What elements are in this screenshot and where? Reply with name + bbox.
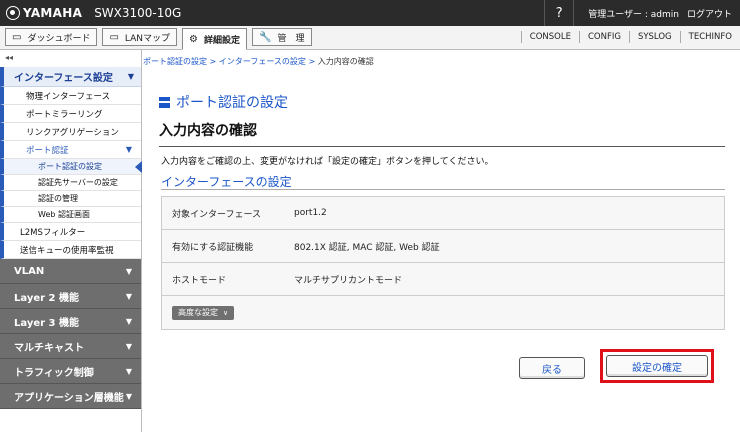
sidebar-item-port-auth-settings[interactable]: ポート認証の設定 [0, 159, 142, 175]
sidebar-item-port-mirroring[interactable]: ポートミラーリング [0, 105, 141, 123]
tab-lan-map[interactable]: ▭ LANマップ [102, 28, 178, 46]
lan-map-icon: ▭ [109, 31, 119, 43]
breadcrumb-link-port-auth[interactable]: ポート認証の設定 [143, 57, 207, 66]
yamaha-emblem-icon [6, 6, 20, 20]
syslog-link[interactable]: SYSLOG [628, 31, 680, 43]
instruction-text: 入力内容をご確認の上、変更がなければ「設定の確定」ボタンを押してください。 [161, 157, 494, 167]
sidebar-item-physical-interface[interactable]: 物理インターフェース [0, 87, 141, 105]
row-value: port1.2 [294, 208, 327, 218]
category-label: VLAN [14, 265, 45, 277]
sidebar-item-queue-monitor[interactable]: 送信キューの使用率監視 [0, 241, 141, 259]
sidebar-item-l2ms-filter[interactable]: L2MSフィルター [0, 223, 141, 241]
page-title: ポート認証の設定 [159, 92, 288, 112]
divider [159, 146, 725, 147]
section-divider [161, 189, 725, 190]
sidebar-category-vlan[interactable]: VLAN ▼ [0, 259, 141, 284]
logout-link[interactable]: ログアウト [687, 7, 740, 20]
sidebar-category-multicast[interactable]: マルチキャスト ▼ [0, 334, 141, 359]
category-label: Layer 3 機能 [14, 317, 79, 329]
gear-icon: ⚙ [189, 33, 199, 45]
confirm-button[interactable]: 設定の確定 [606, 355, 708, 377]
sidebar-category-application[interactable]: アプリケーション層機能 ▼ [0, 384, 141, 409]
tab-dashboard[interactable]: ▭ ダッシュボード [5, 28, 98, 46]
sidebar-category-layer2[interactable]: Layer 2 機能 ▼ [0, 284, 141, 309]
row-label: ホストモード [172, 275, 227, 286]
breadcrumb-separator: > [209, 57, 217, 66]
chevron-down-icon: ▼ [125, 291, 132, 301]
sub-title: 入力内容の確認 [159, 123, 257, 139]
sidebar-category-layer3[interactable]: Layer 3 機能 ▼ [0, 309, 141, 334]
chevron-down-icon: ∨ [223, 308, 229, 317]
category-label: Layer 2 機能 [14, 292, 79, 304]
sidebar-section-interface[interactable]: インターフェース設定 ▼ [0, 67, 141, 87]
tab-label: ダッシュボード [27, 33, 91, 44]
yamaha-logo: YAMAHA [0, 0, 82, 26]
top-bar: YAMAHA SWX3100-10G ? 管理ユーザー : admin ログアウ… [0, 0, 740, 26]
row-value: マルチサプリカントモード [294, 275, 403, 286]
breadcrumb-separator: > [308, 57, 316, 66]
category-label: アプリケーション層機能 [14, 392, 124, 404]
tab-detailed-settings[interactable]: ⚙ 詳細設定 [182, 28, 248, 50]
sidebar-item-web-auth-page[interactable]: Web 認証画面 [0, 207, 141, 223]
sidebar-item-port-auth[interactable]: ポート認証 ▼ [0, 141, 141, 159]
brand-name: YAMAHA [23, 6, 83, 20]
sidebar: ◂◂ インターフェース設定 ▼ 物理インターフェース ポートミラーリング リンク… [0, 50, 142, 432]
breadcrumb-current: 入力内容の確認 [317, 57, 374, 66]
chevron-down-icon: ▼ [125, 266, 132, 276]
chevron-down-icon: ▼ [125, 341, 132, 351]
chevron-down-icon: ▼ [125, 145, 132, 154]
category-label: トラフィック制御 [14, 367, 94, 379]
sidebar-item-auth-management[interactable]: 認証の管理 [0, 191, 141, 207]
settings-row: 有効にする認証機能 802.1X 認証, MAC 認証, Web 認証 [162, 230, 724, 263]
category-label: マルチキャスト [14, 342, 84, 354]
techinfo-link[interactable]: TECHINFO [679, 31, 740, 43]
tab-label: 管 理 [277, 33, 305, 44]
sidebar-item-auth-server[interactable]: 認証先サーバーの設定 [0, 175, 141, 191]
sidebar-section-label: インターフェース設定 [14, 73, 113, 84]
chevron-down-icon: ▼ [125, 391, 132, 401]
tab-label: LANマップ [124, 33, 171, 44]
settings-panel: 対象インターフェース port1.2 有効にする認証機能 802.1X 認証, … [161, 196, 725, 330]
collapse-sidebar-button[interactable]: ◂◂ [0, 50, 141, 67]
tab-label: 詳細設定 [204, 35, 241, 46]
help-button[interactable]: ? [544, 0, 575, 26]
row-label: 有効にする認証機能 [172, 242, 254, 253]
tab-management[interactable]: 🔧 管 理 [252, 28, 312, 46]
chevron-down-icon: ▼ [127, 72, 134, 81]
tab-bar: ▭ ダッシュボード ▭ LANマップ ⚙ 詳細設定 🔧 管 理 CONSOLE … [0, 26, 740, 50]
breadcrumb: ポート認証の設定 > インターフェースの設定 > 入力内容の確認 [143, 56, 374, 67]
chevron-down-icon: ▼ [125, 316, 132, 326]
chevron-down-icon: ▼ [125, 366, 132, 376]
sidebar-category-traffic[interactable]: トラフィック制御 ▼ [0, 359, 141, 384]
section-title: インターフェースの設定 [161, 175, 292, 189]
wrench-icon: 🔧 [259, 31, 272, 43]
page-title-text: ポート認証の設定 [176, 95, 288, 111]
sidebar-item-label: ポート認証 [26, 145, 69, 156]
row-value: 802.1X 認証, MAC 認証, Web 認証 [294, 242, 440, 253]
settings-row: ホストモード マルチサプリカントモード [162, 263, 724, 296]
row-label: 対象インターフェース [172, 209, 262, 220]
config-link[interactable]: CONFIG [578, 31, 629, 43]
advanced-settings-label: 高度な設定 [178, 308, 218, 317]
advanced-settings-button[interactable]: 高度な設定 ∨ [172, 305, 235, 320]
page-title-icon [159, 96, 170, 108]
user-label: 管理ユーザー : admin [588, 9, 679, 20]
main-content: ポート認証の設定 > インターフェースの設定 > 入力内容の確認 ポート認証の設… [143, 50, 740, 432]
sidebar-item-link-aggregation[interactable]: リンクアグリゲーション [0, 123, 141, 141]
console-link[interactable]: CONSOLE [520, 31, 579, 43]
breadcrumb-link-interface[interactable]: インターフェースの設定 [219, 57, 306, 66]
model-name: SWX3100-10G [94, 6, 182, 20]
dashboard-icon: ▭ [12, 31, 22, 43]
settings-row: 対象インターフェース port1.2 [162, 197, 724, 230]
back-button[interactable]: 戻る [519, 357, 585, 379]
